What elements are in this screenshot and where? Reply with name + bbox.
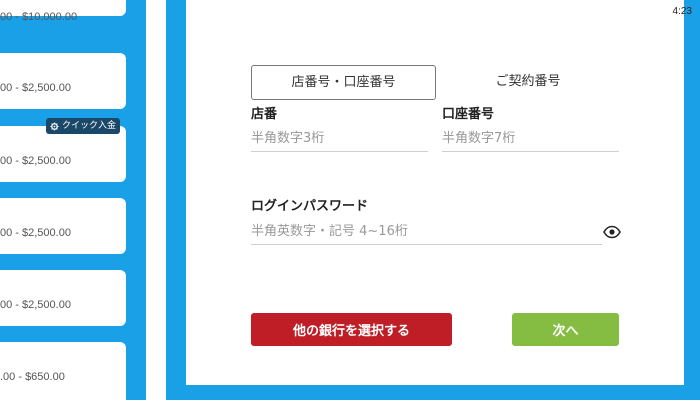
amount-range-card[interactable]: 00 - $2,500.00 [0,126,126,182]
account-label: 口座番号 [442,107,495,122]
quick-deposit-label: クイック入金 [61,121,116,131]
amount-range-card[interactable]: .00 - $650.00 [0,342,126,412]
tab-contract-number[interactable]: ご契約番号 [443,65,613,98]
left-sidebar: 00 - $10,000.00 00 - $2,500.00 00 - $2,5… [0,0,146,412]
amount-range-card[interactable]: 00 - $10,000.00 [0,0,126,23]
gear-icon [50,121,59,131]
password-input[interactable] [251,218,602,245]
status-time: 4:23 [672,6,692,17]
quick-deposit-badge[interactable]: クイック入金 [46,118,120,134]
select-other-bank-button[interactable]: 他の銀行を選択する [251,313,452,346]
next-button[interactable]: 次へ [512,313,619,346]
amount-range-text: 00 - $2,500.00 [0,299,71,311]
amount-range-card[interactable]: 00 - $2,500.00 [0,198,126,254]
amount-range-text: 00 - $2,500.00 [0,227,71,239]
amount-range-card[interactable]: 00 - $2,500.00 [0,270,126,326]
amount-range-card[interactable]: 00 - $2,500.00 [0,53,126,109]
eye-icon[interactable] [603,224,621,239]
amount-range-text: 00 - $2,500.00 [0,155,71,167]
amount-range-text: 00 - $10,000.00 [0,11,78,23]
account-number-input[interactable] [442,125,619,152]
branch-number-input[interactable] [251,125,428,152]
branch-label: 店番 [251,107,278,122]
password-label: ログインパスワード [251,199,369,214]
tab-branch-account[interactable]: 店番号・口座番号 [251,65,436,100]
panel-gap [146,0,166,400]
amount-range-text: .00 - $650.00 [0,371,65,383]
amount-range-text: 00 - $2,500.00 [0,82,71,94]
